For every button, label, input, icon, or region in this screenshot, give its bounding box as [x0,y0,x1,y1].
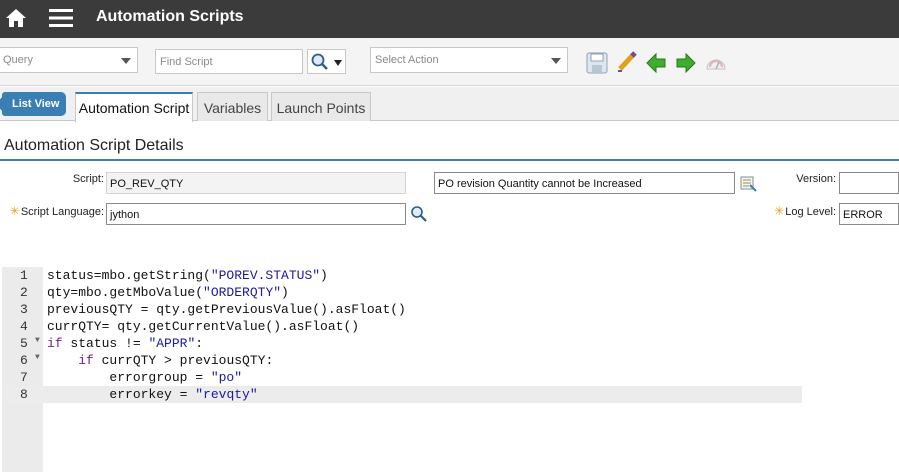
line-number: 1 [20,268,28,283]
code-text: errorkey = "revqty" [47,387,258,402]
find-script-input[interactable]: Find Script [155,49,303,74]
tab-label: Variables [203,100,262,116]
chevron-down-icon [121,58,131,64]
script-description-field[interactable]: PO revision Quantity cannot be Increased [434,172,735,194]
long-description-icon[interactable] [739,174,757,192]
find-script-placeholder: Find Script [160,56,213,68]
gauge-icon[interactable] [705,53,727,75]
query-placeholder: Query [3,54,33,66]
code-text: if currQTY > previousQTY: [78,353,274,368]
log-level-label: ✳Log Level: [766,204,836,218]
line-number: 7 [20,370,28,385]
script-language-value: jython [110,209,140,221]
menu-icon[interactable] [48,6,74,30]
version-label: Version: [796,173,836,185]
app-title: Automation Scripts [96,8,244,25]
toolbar: Query Find Script Select Action [0,38,899,86]
required-icon: ✳ [9,204,20,218]
home-icon[interactable] [4,6,28,30]
find-script-button[interactable] [307,49,346,74]
code-line[interactable]: 8 errorkey = "revqty" [2,386,802,403]
script-code-editor[interactable]: 1 status=mbo.getString("POREV.STATUS") 2 qt… [2,267,802,472]
required-icon: ✳ [774,204,785,218]
chevron-down-icon [334,60,342,66]
next-record-icon[interactable] [675,52,697,74]
tab-label: Launch Points [276,100,366,116]
code-text: if status != "APPR": [47,336,204,351]
script-language-label: ✳Script Language: [6,204,104,218]
script-name-value: PO_REV_QTY [110,178,184,190]
line-number: 2 [20,285,28,300]
tab-label: Automation Script [78,100,190,116]
line-number: 8 [20,387,28,402]
code-line[interactable]: 1 status=mbo.getString("POREV.STATUS") [2,267,802,284]
log-level-label-text: Log Level: [785,206,836,218]
tab-variables[interactable]: Variables [197,92,268,121]
section-title: Automation Script Details [4,137,184,154]
script-language-label-text: Script Language: [20,206,104,218]
code-line[interactable]: 2 qty=mbo.getMboValue("ORDERQTY") [2,284,802,301]
search-icon[interactable] [410,205,428,223]
log-level-value: ERROR [843,209,883,221]
code-line[interactable]: 6 ▼ if currQTY > previousQTY: [2,352,802,369]
select-action-dropdown[interactable]: Select Action [370,47,568,73]
search-icon [311,53,328,70]
script-name-field: PO_REV_QTY [106,172,406,194]
script-label: Script: [72,173,104,185]
fold-toggle-icon[interactable]: ▼ [35,336,40,345]
tab-automation-script[interactable]: Automation Script [75,92,193,122]
save-icon[interactable] [586,52,608,74]
code-line[interactable]: 3 previousQTY = qty.getPreviousValue().as… [2,301,802,318]
code-text: currQTY= qty.getCurrentValue().asFloat() [47,319,360,334]
code-line[interactable]: 7 errorgroup = "po" [2,369,802,386]
previous-record-icon[interactable] [645,52,667,74]
select-action-placeholder: Select Action [375,54,439,66]
code-text: status=mbo.getString("POREV.STATUS") [47,268,328,283]
list-view-button[interactable]: List View [0,92,66,116]
chevron-down-icon [551,58,561,64]
query-select[interactable]: Query [0,47,138,73]
tab-bar: List View Automation Script Variables La… [0,87,899,122]
log-level-field[interactable]: ERROR [839,203,899,225]
app-header: Automation Scripts [0,0,899,38]
tab-launch-points[interactable]: Launch Points [271,92,371,121]
code-text: previousQTY = qty.getPreviousValue().asF… [47,302,406,317]
section-divider [0,159,899,161]
script-language-field[interactable]: jython [106,203,406,225]
code-text: qty=mbo.getMboValue("ORDERQTY") [47,285,289,300]
code-line[interactable]: 5 ▼ if status != "APPR": [2,335,802,352]
code-text: errorgroup = "po" [47,370,243,385]
script-description-value: PO revision Quantity cannot be Increased [438,178,642,190]
line-number: 3 [20,302,28,317]
clear-changes-icon[interactable] [616,51,638,73]
version-field[interactable] [839,172,899,194]
fold-toggle-icon[interactable]: ▼ [35,353,40,362]
code-line[interactable]: 4 currQTY= qty.getCurrentValue().asFloat(… [2,318,802,335]
line-number: 4 [20,319,28,334]
